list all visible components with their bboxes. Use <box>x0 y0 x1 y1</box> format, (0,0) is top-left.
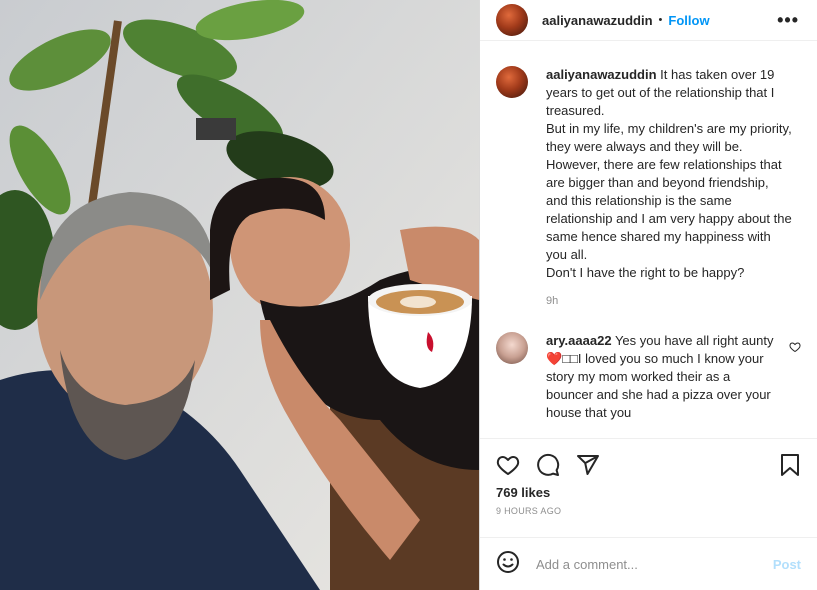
post-side-panel: aaliyanawazuddin • Follow ••• aaliyanawa… <box>479 0 817 590</box>
heart-icon[interactable] <box>496 453 520 477</box>
author-avatar[interactable] <box>496 4 528 36</box>
caption-line-2: But in my life, my children's are my pri… <box>546 121 792 154</box>
caption-line-3: However, there are few relationships tha… <box>546 157 792 262</box>
bookmark-icon[interactable] <box>779 453 801 477</box>
comment-text-1: Yes you have all right aunty <box>614 333 774 348</box>
caption: aaliyanawazuddin It has taken over 19 ye… <box>496 50 801 310</box>
author-username[interactable]: aaliyanawazuddin <box>542 13 653 28</box>
action-bar: 769 likes 9 HOURS AGO <box>480 438 817 516</box>
action-icons <box>496 439 801 491</box>
like-comment-icon[interactable] <box>789 340 801 358</box>
comment-input[interactable] <box>534 555 773 573</box>
follow-button[interactable]: Follow <box>668 13 709 28</box>
share-icon[interactable] <box>576 453 600 477</box>
caption-username[interactable]: aaliyanawazuddin <box>546 67 657 82</box>
post-button[interactable]: Post <box>773 557 801 572</box>
commenter-avatar[interactable] <box>496 332 528 364</box>
post-image <box>0 0 479 590</box>
likes-count[interactable]: 769 likes <box>496 485 801 500</box>
red-heart-emoji: ❤️ <box>546 351 563 366</box>
post-timestamp[interactable]: 9 HOURS AGO <box>496 506 801 516</box>
caption-line-4: Don't I have the right to be happy? <box>546 265 745 280</box>
comments-section[interactable]: aaliyanawazuddin It has taken over 19 ye… <box>480 50 817 435</box>
add-comment-bar: Post <box>480 537 817 590</box>
comment-body: ary.aaaa22 Yes you have all right aunty … <box>546 332 776 422</box>
comment-item: ary.aaaa22 Yes you have all right aunty … <box>496 332 801 422</box>
post-header: aaliyanawazuddin • Follow ••• <box>480 0 817 41</box>
more-options-icon[interactable]: ••• <box>777 10 799 31</box>
caption-time[interactable]: 9h <box>546 292 792 310</box>
smiley-icon[interactable] <box>496 550 520 579</box>
separator-dot: • <box>658 14 663 26</box>
post-photo[interactable] <box>0 0 479 590</box>
caption-avatar[interactable] <box>496 66 528 98</box>
caption-line-1: aaliyanawazuddin It has taken over 19 ye… <box>546 66 792 120</box>
comment-icon[interactable] <box>536 453 560 477</box>
caption-body: aaliyanawazuddin It has taken over 19 ye… <box>546 66 792 310</box>
comment-text-2: □□I loved you so much I know your story … <box>546 351 771 420</box>
comment-username[interactable]: ary.aaaa22 <box>546 333 612 348</box>
